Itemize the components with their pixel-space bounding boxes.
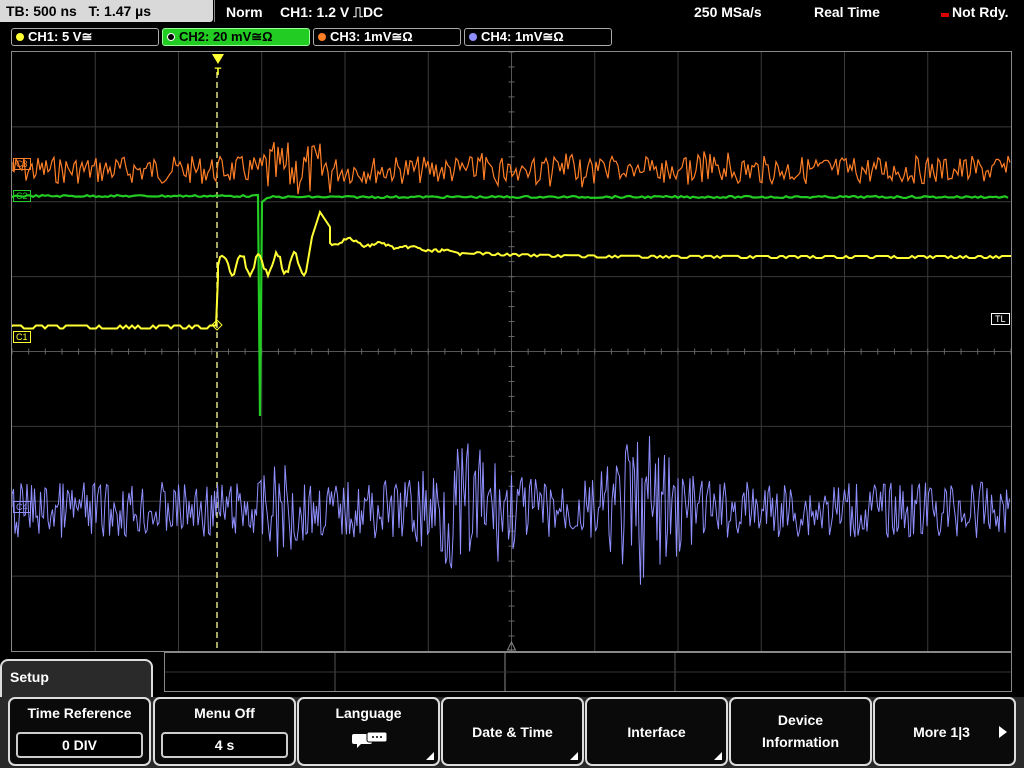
tab-ch3[interactable]: CH3: 1mV≅Ω	[313, 28, 461, 46]
menu-title-tab: Setup	[0, 659, 153, 699]
ch4-marker-label: C4	[16, 502, 28, 512]
waveform-canvas	[12, 52, 1011, 651]
ch1-marker-label: C1	[16, 332, 28, 342]
ch4-offset-marker[interactable]: C4	[13, 501, 31, 513]
ch3-dot-icon	[318, 33, 326, 41]
more-label: More 1|3	[913, 724, 970, 740]
trigger-info[interactable]: CH1: 1.2 V ⎍DC	[280, 2, 383, 22]
ch4-trace	[12, 435, 1010, 585]
date-time-label: Date & Time	[472, 724, 553, 740]
next-page-icon	[999, 726, 1007, 738]
ch3-offset-marker[interactable]: C3	[13, 158, 31, 170]
ready-status: Not Rdy.	[952, 4, 1009, 20]
ch2-trace	[12, 193, 1009, 417]
timebase-value: TB: 500 ns	[6, 3, 77, 19]
ch2-label: CH2: 20 mV≅Ω	[179, 29, 273, 44]
interface-button[interactable]: Interface	[585, 697, 728, 766]
ch2-offset-marker[interactable]: C2	[13, 190, 31, 202]
ch4-dot-icon	[469, 33, 477, 41]
device-information-label-2: Information	[762, 734, 839, 751]
device-information-label-1: Device	[777, 712, 824, 728]
acq-mode[interactable]: Norm	[226, 2, 263, 22]
sample-rate: 250 MSa/s	[694, 4, 762, 20]
tab-ch2[interactable]: CH2: 20 mV≅Ω	[162, 28, 310, 46]
ch3-marker-label: C3	[16, 159, 28, 169]
speech-bubbles-icon	[352, 731, 388, 748]
submenu-indicator-icon	[570, 752, 578, 760]
graticule	[12, 52, 1011, 651]
interface-label: Interface	[627, 724, 686, 740]
ch2-marker-label: C2	[16, 191, 28, 201]
trigger-marker-label: T	[215, 66, 222, 76]
horizontal-overview	[164, 652, 1012, 692]
status-bar: TB: 500 ns T: 1.47 µs Norm CH1: 1.2 V ⎍D…	[0, 0, 1024, 26]
waveform-display[interactable]: T C3 C2 C1 C4 TL	[11, 51, 1012, 652]
ch2-dot-icon	[167, 33, 175, 41]
more-button[interactable]: More 1|3	[873, 697, 1016, 766]
time-reference-value: 0 DIV	[16, 732, 143, 758]
tab-ch1[interactable]: CH1: 5 V≅	[11, 28, 159, 46]
device-information-button[interactable]: Device Information	[729, 697, 872, 766]
status-led-icon	[941, 13, 949, 17]
trigger-position-icon[interactable]: T	[211, 52, 225, 76]
trigger-level-label: TL	[995, 314, 1006, 324]
tab-ch4[interactable]: CH4: 1mV≅Ω	[464, 28, 612, 46]
trigger-level-marker[interactable]: TL	[991, 313, 1010, 325]
date-time-button[interactable]: Date & Time	[441, 697, 584, 766]
language-button[interactable]: Language	[297, 697, 440, 766]
ch3-label: CH3: 1mV≅Ω	[330, 29, 413, 44]
timebase-box[interactable]: TB: 500 ns T: 1.47 µs	[0, 0, 213, 22]
ch4-label: CH4: 1mV≅Ω	[481, 29, 564, 44]
menu-off-button[interactable]: Menu Off 4 s	[153, 697, 296, 766]
submenu-indicator-icon	[426, 752, 434, 760]
language-label: Language	[335, 705, 402, 721]
menu-off-value: 4 s	[161, 732, 288, 758]
divider	[214, 0, 215, 22]
ch1-dot-icon	[16, 33, 24, 41]
realtime-mode: Real Time	[814, 4, 880, 20]
menu-title: Setup	[10, 669, 49, 685]
time-reference-button[interactable]: Time Reference 0 DIV	[8, 697, 151, 766]
menu-off-label: Menu Off	[194, 705, 255, 721]
ch1-label: CH1: 5 V≅	[28, 29, 93, 44]
submenu-indicator-icon	[714, 752, 722, 760]
ch1-offset-marker[interactable]: C1	[13, 331, 31, 343]
time-reference-label: Time Reference	[27, 705, 132, 721]
trigger-time-value: T: 1.47 µs	[88, 3, 152, 19]
